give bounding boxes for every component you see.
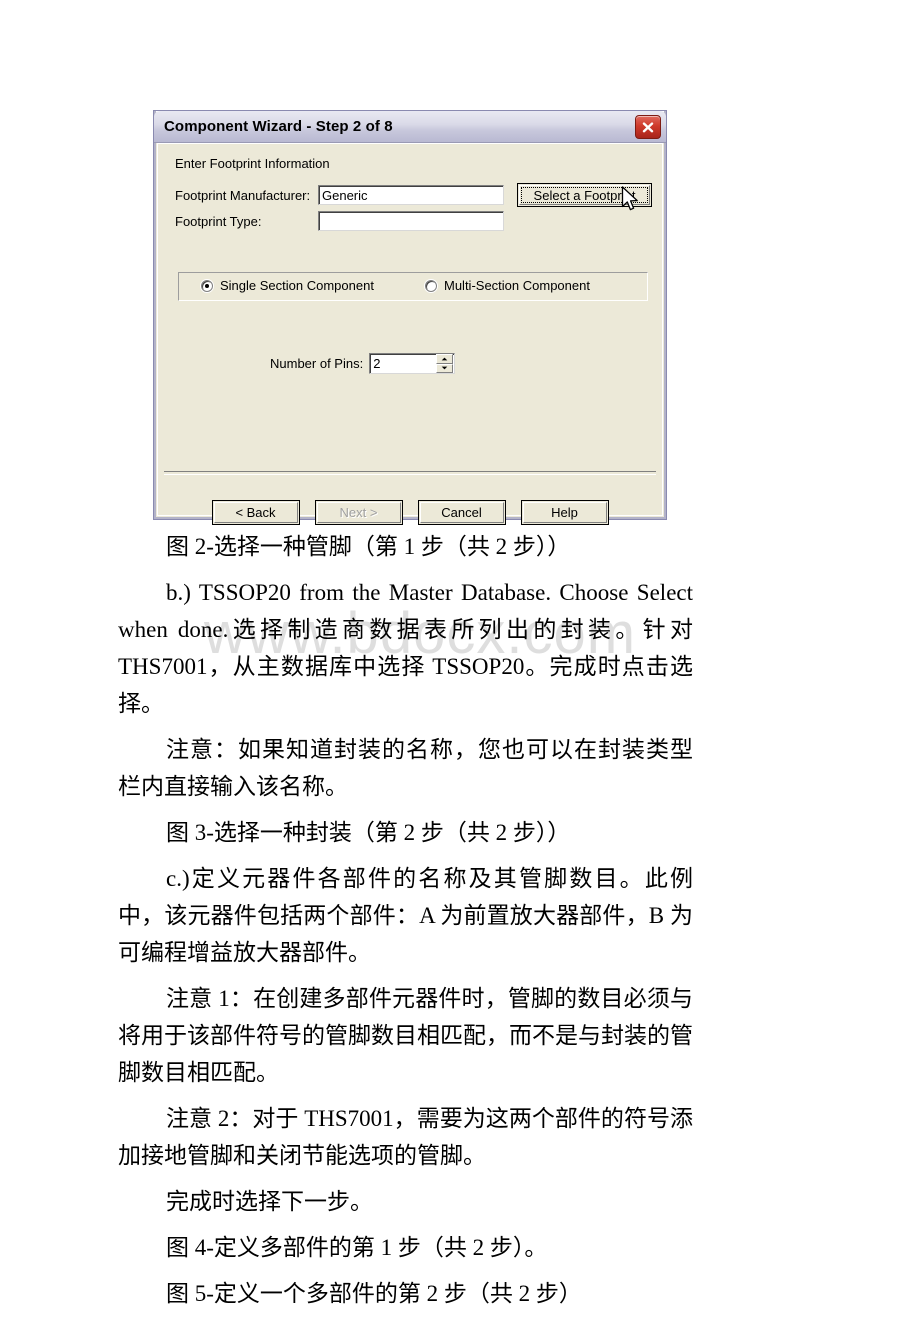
caret-up-icon[interactable] bbox=[436, 354, 454, 364]
caret-down-icon[interactable] bbox=[436, 363, 454, 373]
radio-multi-section-component[interactable]: Multi-Section Component bbox=[425, 278, 590, 293]
radio-single-section-label: Single Section Component bbox=[220, 278, 374, 293]
footprint-type-label: Footprint Type: bbox=[175, 214, 262, 229]
paragraph-next-step: 完成时选择下一步。 bbox=[166, 1189, 373, 1214]
number-of-pins-stepper[interactable]: 2 bbox=[369, 353, 456, 374]
figure-caption-2: 图 2-选择一种管脚（第 1 步（共 2 步）） bbox=[166, 534, 571, 559]
dialog-titlebar[interactable]: Component Wizard - Step 2 of 8 bbox=[154, 111, 666, 143]
select-a-footprint-label: Select a Footprint bbox=[533, 187, 636, 203]
figure-caption-5: 图 5-定义一个多部件的第 2 步（共 2 步） bbox=[166, 1281, 582, 1306]
radio-multi-section-label: Multi-Section Component bbox=[444, 278, 590, 293]
cancel-button-label: Cancel bbox=[441, 505, 482, 520]
select-a-footprint-button[interactable]: Select a Footprint bbox=[517, 183, 652, 207]
radio-single-section-component[interactable]: Single Section Component bbox=[201, 278, 374, 293]
help-button[interactable]: Help bbox=[520, 500, 609, 525]
footprint-manufacturer-label: Footprint Manufacturer: bbox=[175, 188, 311, 203]
number-of-pins-row: Number of Pins: 2 bbox=[270, 353, 456, 374]
help-button-label: Help bbox=[551, 505, 578, 520]
note-footprint-name: 注意：如果知道封装的名称，您也可以在封装类型栏内直接输入该名称。 bbox=[118, 737, 693, 799]
dialog-title: Component Wizard - Step 2 of 8 bbox=[164, 118, 393, 135]
close-icon[interactable] bbox=[635, 115, 661, 139]
note-2: 注意 2：对于 THS7001，需要为这两个部件的符号添加接地管脚和关闭节能选项… bbox=[118, 1106, 693, 1168]
dialog-body: Enter Footprint Information Footprint Ma… bbox=[157, 143, 663, 525]
back-button[interactable]: < Back bbox=[211, 500, 300, 525]
section-type-groupbox: Single Section Component Multi-Section C… bbox=[178, 272, 648, 301]
dialog-button-row: < Back Next > Cancel Help bbox=[158, 500, 662, 525]
radio-unselected-icon bbox=[425, 279, 437, 292]
next-button-label: Next > bbox=[339, 505, 378, 520]
component-wizard-dialog: Component Wizard - Step 2 of 8 Enter Foo… bbox=[153, 110, 667, 525]
stepper-buttons bbox=[436, 354, 454, 373]
number-of-pins-label: Number of Pins: bbox=[270, 356, 364, 371]
note-1: 注意 1：在创建多部件元器件时，管脚的数目必须与将用于该部件符号的管脚数目相匹配… bbox=[118, 986, 693, 1085]
figure-caption-4: 图 4-定义多部件的第 1 步（共 2 步）。 bbox=[166, 1235, 548, 1260]
footprint-type-input[interactable] bbox=[318, 211, 504, 231]
section-label: Enter Footprint Information bbox=[175, 156, 330, 171]
paragraph-b: b.) TSSOP20 from the Master Database. Ch… bbox=[118, 580, 693, 716]
next-button: Next > bbox=[314, 500, 403, 525]
figure-caption-3: 图 3-选择一种封装（第 2 步（共 2 步）） bbox=[166, 820, 571, 845]
number-of-pins-value: 2 bbox=[373, 356, 381, 371]
cancel-button[interactable]: Cancel bbox=[417, 500, 506, 525]
back-button-label: < Back bbox=[235, 505, 276, 520]
document-text: 图 2-选择一种管脚（第 1 步（共 2 步）） b.) TSSOP20 fro… bbox=[0, 528, 920, 1321]
dialog-separator bbox=[164, 471, 656, 475]
radio-selected-icon bbox=[201, 279, 213, 292]
footprint-manufacturer-input[interactable]: Generic bbox=[318, 185, 504, 205]
paragraph-c: c.)定义元器件各部件的名称及其管脚数目。此例中，该元器件包括两个部件：A 为前… bbox=[118, 866, 693, 965]
